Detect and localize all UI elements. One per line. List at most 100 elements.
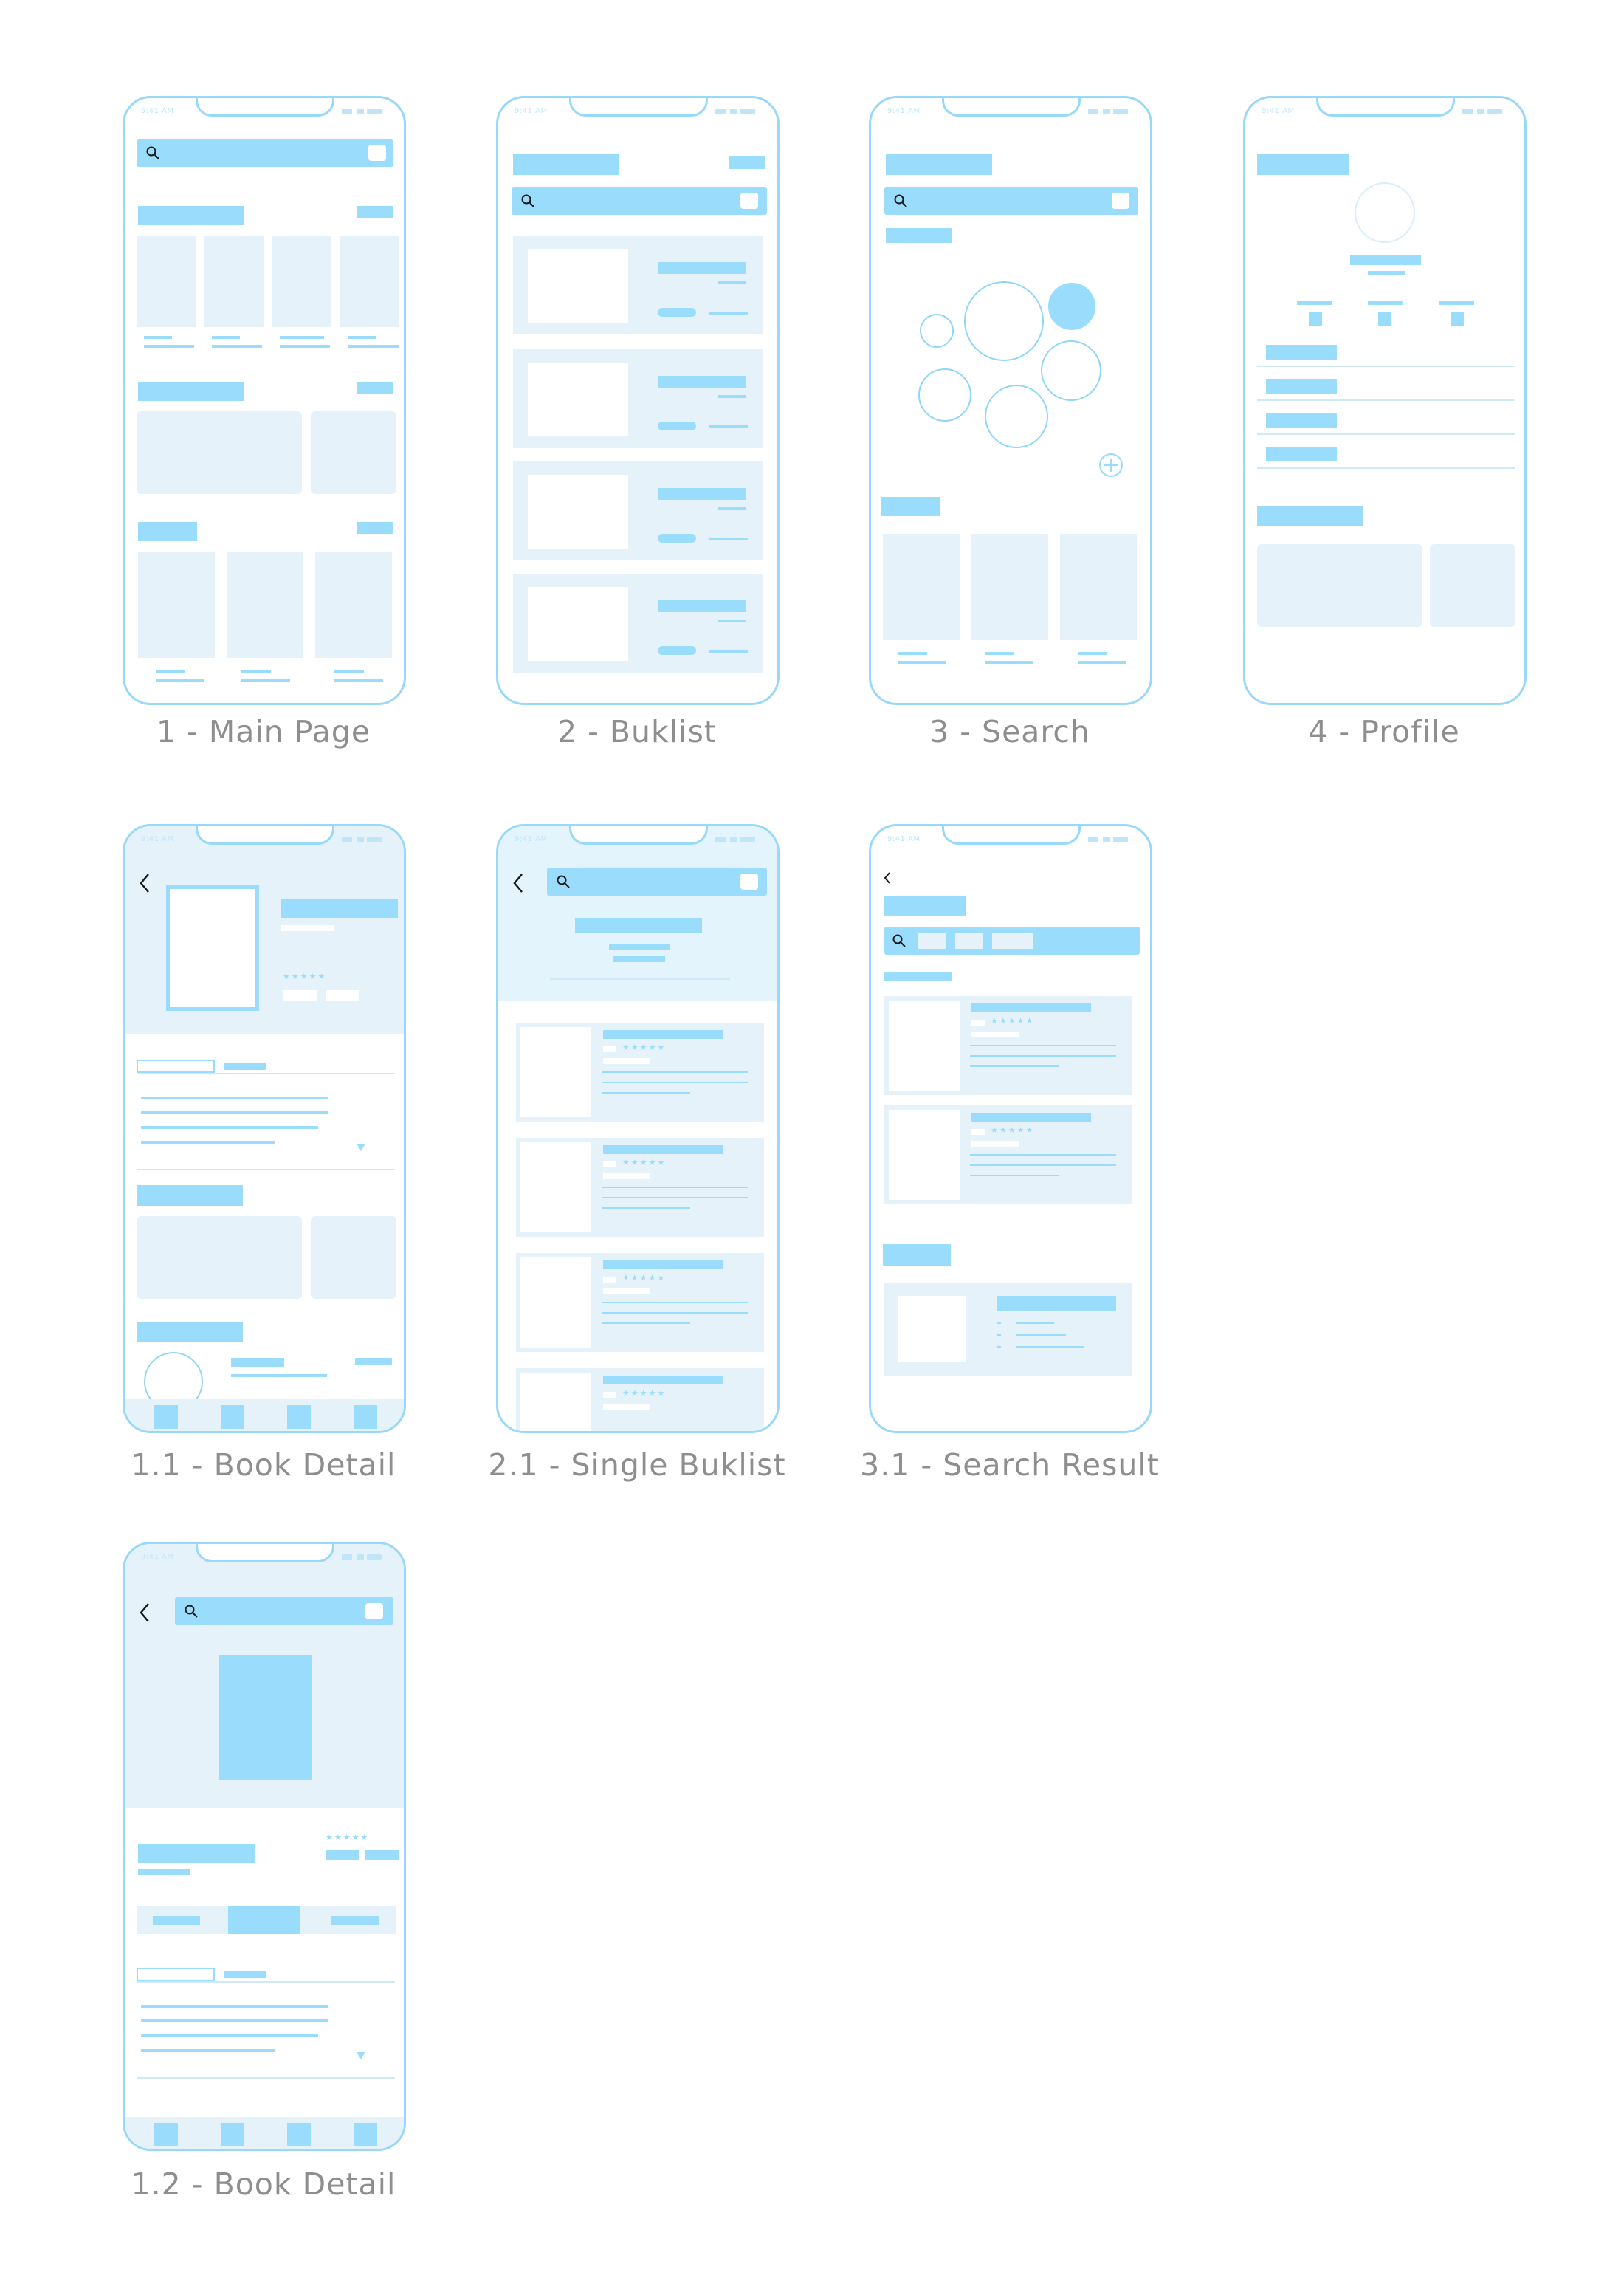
genre-bubble[interactable]: [985, 385, 1048, 448]
status-time: 9:41 AM: [515, 107, 548, 115]
tab-active[interactable]: [137, 1060, 215, 1073]
featured-card[interactable]: [137, 1216, 302, 1299]
see-all-button[interactable]: [357, 522, 393, 534]
search-bar[interactable]: [137, 139, 393, 167]
chevron-down-icon[interactable]: [355, 2051, 367, 2061]
book-card[interactable]: [138, 552, 215, 658]
search-icon: [146, 146, 159, 159]
tab-bar-item[interactable]: [287, 1405, 311, 1429]
filter-chip[interactable]: [992, 933, 1033, 949]
book-card[interactable]: [137, 236, 196, 327]
search-bar[interactable]: [884, 187, 1138, 215]
genre-bubble[interactable]: [964, 281, 1044, 361]
tab-bar-item[interactable]: [154, 2123, 178, 2146]
section-title: [137, 1185, 243, 1206]
tab[interactable]: [224, 1971, 266, 1978]
status-time: 9:41 AM: [141, 107, 174, 115]
tab-active[interactable]: [137, 1968, 215, 1981]
search-bar[interactable]: [512, 187, 767, 215]
book-author: [138, 1869, 190, 1875]
tab-bar-item[interactable]: [221, 2123, 244, 2146]
device-notch: [942, 826, 1081, 845]
filter-chip[interactable]: [918, 933, 946, 949]
status-icons: [715, 109, 757, 116]
back-arrow-icon[interactable]: [512, 872, 525, 894]
section-title: [883, 1244, 951, 1266]
voice-button[interactable]: [740, 874, 758, 890]
book-card[interactable]: [883, 534, 960, 640]
tab[interactable]: [224, 1063, 266, 1070]
info-chip: [283, 990, 317, 1001]
screen-search: 9:41 AM: [869, 96, 1152, 705]
book-card[interactable]: [340, 236, 399, 327]
device-notch: [196, 98, 334, 117]
book-card[interactable]: [272, 236, 331, 327]
menu-item[interactable]: [1266, 413, 1337, 428]
status-time: 9:41 AM: [887, 107, 921, 115]
filter-chip[interactable]: [955, 933, 983, 949]
status-icons: [715, 837, 757, 844]
page-title: [1257, 154, 1349, 175]
search-bar[interactable]: [547, 868, 767, 896]
tab-bar-item[interactable]: [221, 1405, 244, 1429]
section-title: [138, 206, 244, 225]
tab-bar-item[interactable]: [287, 2123, 311, 2146]
voice-button[interactable]: [1112, 193, 1129, 209]
screen-caption: 1.1 - Book Detail: [131, 1447, 396, 1483]
avatar[interactable]: [1355, 182, 1415, 243]
results-label: [884, 972, 952, 981]
stat-label: [1439, 301, 1474, 305]
chevron-down-icon[interactable]: [355, 1142, 367, 1153]
screen-caption: 2.1 - Single Buklist: [488, 1447, 786, 1483]
screen-book-detail-alt: 9:41 AM ★★★★★: [123, 1542, 406, 2151]
back-arrow-icon[interactable]: [138, 1602, 151, 1624]
genre-bubble-selected[interactable]: [1048, 283, 1095, 330]
book-card[interactable]: [971, 534, 1048, 640]
info-chip: [326, 1850, 359, 1860]
book-card[interactable]: [1060, 534, 1137, 640]
menu-item[interactable]: [1266, 447, 1337, 461]
tab-bar-item[interactable]: [154, 1405, 178, 1429]
buklist-subtitle: [609, 944, 670, 950]
back-arrow-icon[interactable]: [883, 871, 892, 885]
featured-card[interactable]: [311, 411, 396, 494]
segment[interactable]: [331, 1916, 379, 1925]
book-card[interactable]: [315, 552, 392, 658]
status-time: 9:41 AM: [141, 835, 174, 843]
featured-card[interactable]: [1257, 544, 1422, 627]
status-icons: [1088, 109, 1129, 116]
genre-bubble[interactable]: [920, 314, 954, 348]
tab-bar-item[interactable]: [354, 2123, 377, 2146]
header-action[interactable]: [729, 156, 765, 169]
featured-card[interactable]: [1430, 544, 1515, 627]
featured-card[interactable]: [137, 411, 302, 494]
segment[interactable]: [153, 1916, 200, 1925]
user-handle: [1368, 271, 1405, 275]
featured-card[interactable]: [311, 1216, 396, 1299]
genre-bubble[interactable]: [918, 368, 971, 422]
info-chip: [365, 1850, 399, 1860]
voice-button[interactable]: [368, 145, 386, 161]
back-arrow-icon[interactable]: [138, 872, 151, 894]
user-name: [1350, 255, 1421, 265]
section-title: [881, 497, 940, 516]
screen-caption: 3 - Search: [929, 714, 1090, 749]
genre-bubble[interactable]: [1041, 340, 1101, 401]
book-card[interactable]: [227, 552, 303, 658]
device-notch: [569, 826, 708, 845]
screen-caption: 4 - Profile: [1308, 714, 1460, 749]
search-icon: [892, 934, 906, 947]
see-all-button[interactable]: [357, 206, 393, 218]
see-all-button[interactable]: [357, 382, 393, 394]
stat-value: [1378, 312, 1391, 326]
search-bar[interactable]: [175, 1597, 393, 1625]
menu-item[interactable]: [1266, 379, 1337, 394]
menu-item[interactable]: [1266, 345, 1337, 360]
plus-circle-icon[interactable]: [1098, 453, 1124, 478]
tab-bar-item[interactable]: [354, 1405, 377, 1429]
voice-button[interactable]: [365, 1603, 383, 1619]
voice-button[interactable]: [740, 193, 758, 209]
book-card[interactable]: [204, 236, 264, 327]
segment-active[interactable]: [228, 1906, 300, 1934]
stat-value: [1451, 312, 1464, 326]
